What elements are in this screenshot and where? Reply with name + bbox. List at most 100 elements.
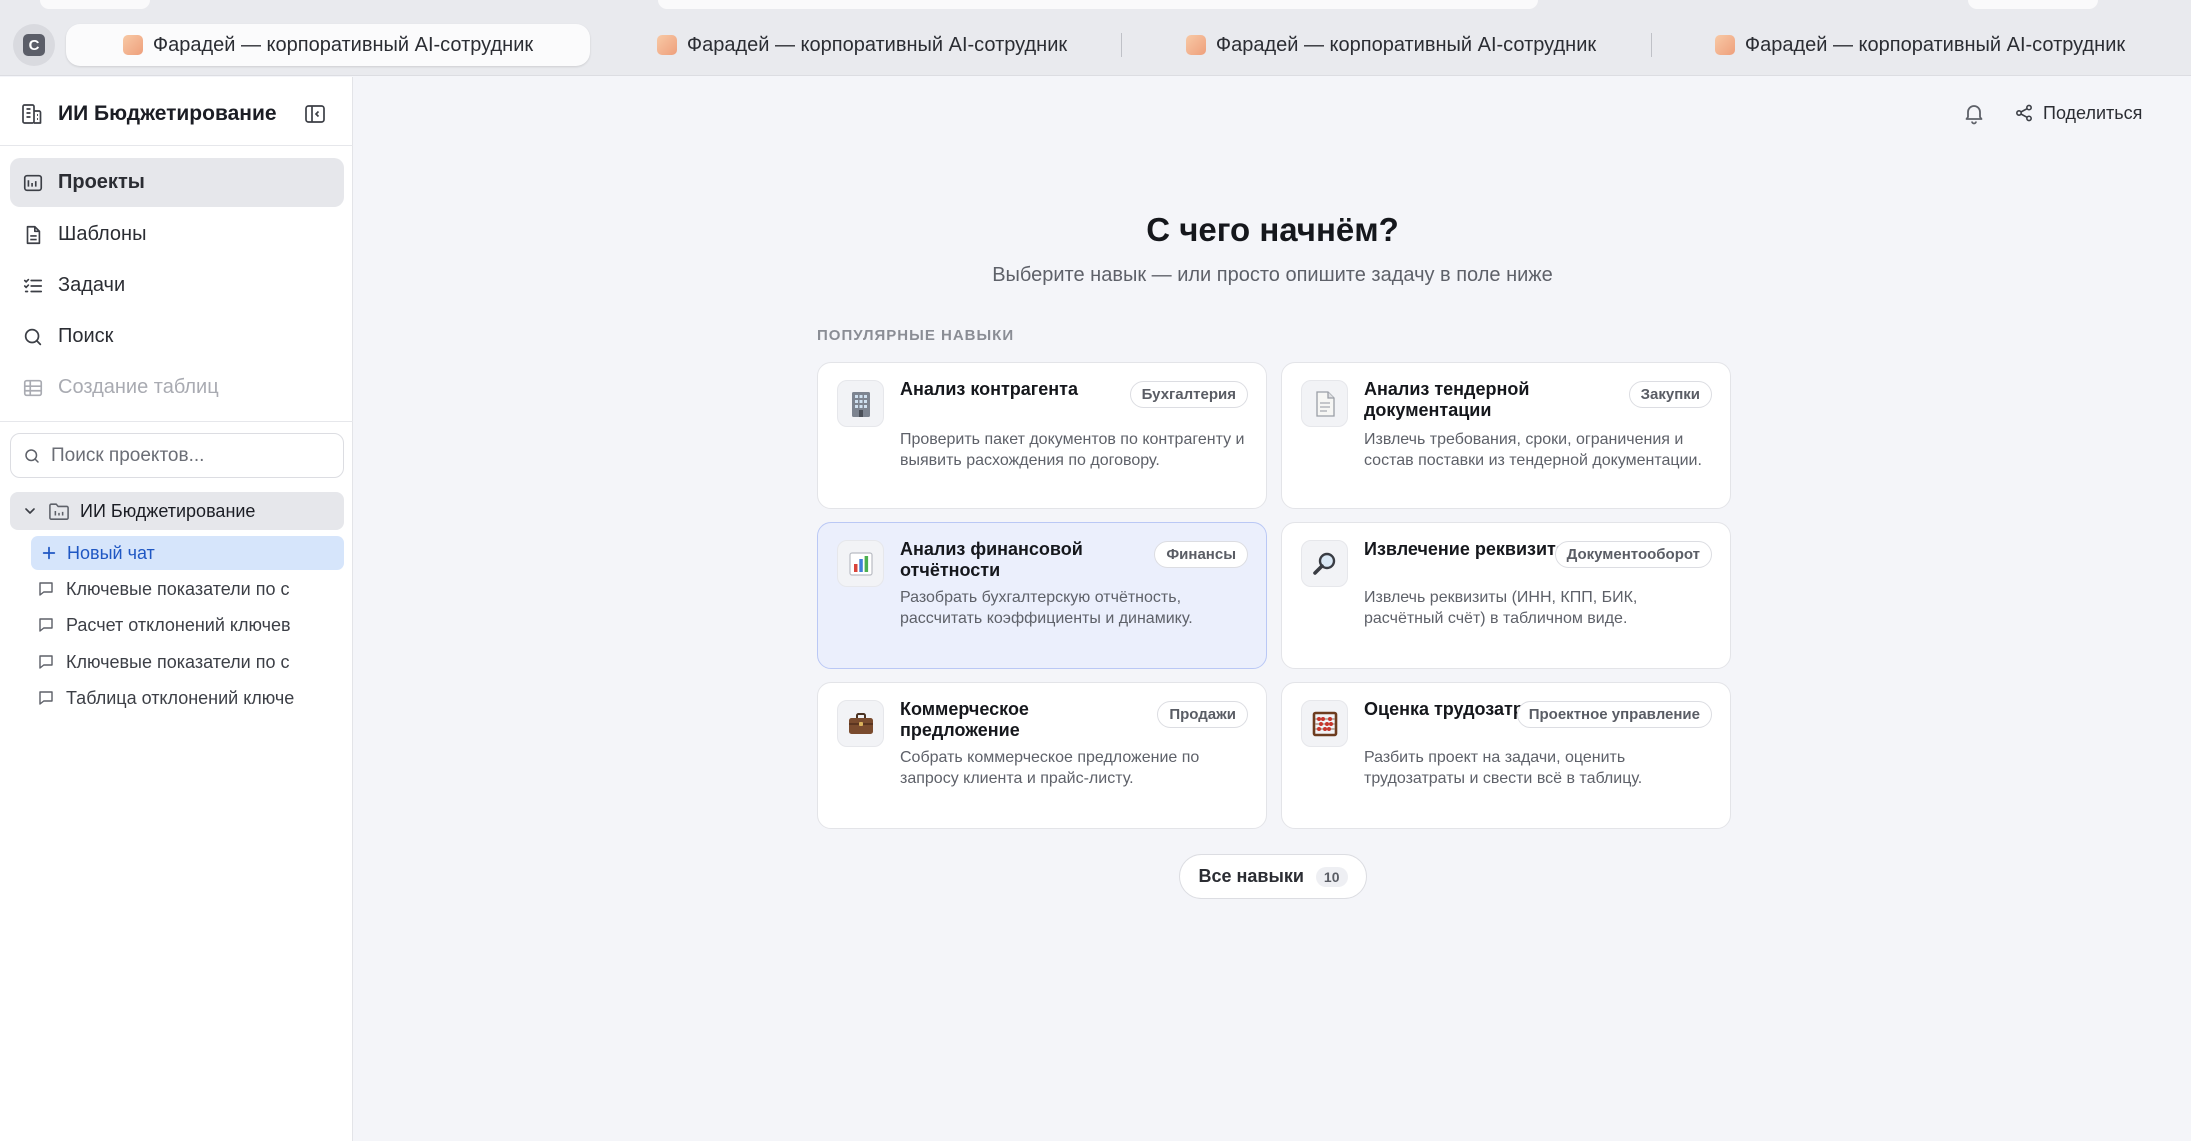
chat-item[interactable]: Ключевые показатели по с xyxy=(37,648,307,676)
share-button[interactable]: Поделиться xyxy=(2014,98,2142,128)
tasks-icon xyxy=(23,278,43,292)
skill-card-title: Анализ тендерной документации xyxy=(1364,379,1530,420)
favicon-icon xyxy=(656,35,677,55)
skill-card-financial-analysis[interactable]: Анализ финансовой отчётности Финансы Раз… xyxy=(817,522,1267,669)
skill-card-description: Разобрать бухгалтерскую отчётность, расс… xyxy=(900,589,1193,627)
search-icon xyxy=(25,448,39,463)
profile-initial: C xyxy=(23,34,45,56)
toolbar-remnant xyxy=(1968,0,2098,9)
tab-title: Фарадей — корпоративный AI-сотрудник xyxy=(152,33,534,56)
all-skills-label: Все навыки xyxy=(1198,866,1304,886)
skill-card-requisites-extraction[interactable]: Извлечение реквизитов Документооборот Из… xyxy=(1281,522,1731,669)
new-chat-label: Новый чат xyxy=(67,542,155,563)
tab-title: Фарадей — корпоративный AI-сотрудник xyxy=(1744,33,2126,56)
share-icon xyxy=(2016,104,2032,122)
sidebar-item-label: Поиск xyxy=(58,325,114,347)
skill-card-title: Анализ контрагента xyxy=(900,379,1078,399)
skill-card-effort-estimation[interactable]: Оценка трудозатрат Проектное управление … xyxy=(1281,682,1731,829)
chat-item[interactable]: Таблица отклонений ключе xyxy=(37,684,307,712)
sidebar-item-projects[interactable]: Проекты xyxy=(10,158,344,207)
sidebar-item-label: Задачи xyxy=(58,274,126,296)
section-label: ПОПУЛЯРНЫЕ НАВЫКИ xyxy=(817,327,1015,344)
browser-tab-2[interactable]: Фарадей — корпоративный AI-сотрудник xyxy=(606,24,1118,66)
skill-card-title: Коммерческое предложение xyxy=(900,699,1029,740)
browser-tab-4[interactable]: Фарадей — корпоративный AI-сотрудник xyxy=(1664,24,2176,66)
skill-card-description: Извлечь требования, сроки, ограничения и… xyxy=(1364,431,1702,469)
sidebar-item-templates[interactable]: Шаблоны xyxy=(10,210,344,259)
workspace-title: ИИ Бюджетирование xyxy=(58,102,277,125)
bar-chart-icon xyxy=(837,540,884,587)
skill-category-badge: Финансы xyxy=(1154,541,1248,568)
new-chat-button[interactable]: Новый чат xyxy=(31,536,344,570)
sidebar: ИИ Бюджетирование Проекты Шаблоны Задачи… xyxy=(0,77,353,1141)
browser-tab-1[interactable]: Фарадей — корпоративный AI-сотрудник xyxy=(66,24,590,66)
tab-separator xyxy=(1121,33,1122,57)
browser-profile-button[interactable]: C xyxy=(13,24,55,66)
sidebar-item-search[interactable]: Поиск xyxy=(10,312,344,361)
abacus-icon xyxy=(1301,700,1348,747)
main-area: Поделиться С чего начнём? Выберите навык… xyxy=(354,77,2191,1141)
document-page-icon xyxy=(1301,380,1348,427)
building-icon xyxy=(22,104,42,124)
chat-bubble-icon xyxy=(39,655,53,669)
browser-tab-3[interactable]: Фарадей — корпоративный AI-сотрудник xyxy=(1135,24,1647,66)
browser-tab-strip: C Фарадей — корпоративный AI-сотрудник Ф… xyxy=(0,0,2191,76)
chat-bubble-icon xyxy=(39,618,53,632)
skill-category-badge: Закупки xyxy=(1628,381,1712,408)
tab-title: Фарадей — корпоративный AI-сотрудник xyxy=(1215,33,1597,56)
magnifier-icon xyxy=(1301,540,1348,587)
skill-card-description: Собрать коммерческое предложение по запр… xyxy=(900,749,1200,787)
project-search-input[interactable]: Поиск проектов... xyxy=(10,433,344,478)
all-skills-button[interactable]: Все навыки 10 xyxy=(1179,854,1367,899)
sidebar-divider xyxy=(0,421,353,422)
chat-title: Таблица отклонений ключе xyxy=(66,687,295,708)
skills-count-badge: 10 xyxy=(1315,866,1348,887)
page-title: С чего начнём? xyxy=(1146,211,1399,248)
chat-title: Ключевые показатели по с xyxy=(66,578,290,599)
skill-card-description: Проверить пакет документов по контрагент… xyxy=(900,431,1245,469)
document-icon xyxy=(26,225,41,244)
skill-card-title: Анализ финансовой отчётности xyxy=(900,539,1083,580)
briefcase-icon xyxy=(837,700,884,747)
sidebar-item-label: Шаблоны xyxy=(58,223,147,245)
skill-card-counterparty-analysis[interactable]: Анализ контрагента Бухгалтерия Проверить… xyxy=(817,362,1267,509)
folder-label: ИИ Бюджетирование xyxy=(80,500,256,521)
favicon-icon xyxy=(122,35,143,55)
skill-category-badge: Документооборот xyxy=(1554,541,1712,568)
plus-icon xyxy=(42,546,56,560)
skill-card-description: Извлечь реквизиты (ИНН, КПП, БИК, расчёт… xyxy=(1364,589,1638,627)
skill-category-badge: Проектное управление xyxy=(1516,701,1712,728)
skill-card-description: Разбить проект на задачи, оценить трудоз… xyxy=(1364,749,1643,787)
favicon-icon xyxy=(1714,35,1735,55)
project-folder[interactable]: ИИ Бюджетирование xyxy=(10,492,344,530)
sidebar-collapse-icon[interactable] xyxy=(303,102,327,126)
chat-title: Ключевые показатели по с xyxy=(66,651,290,672)
table-icon xyxy=(23,379,43,396)
skill-card-tender-analysis[interactable]: Анализ тендерной документации Закупки Из… xyxy=(1281,362,1731,509)
sidebar-item-create-tables: Создание таблиц xyxy=(10,363,344,412)
skill-category-badge: Бухгалтерия xyxy=(1129,381,1248,408)
chat-bubble-icon xyxy=(39,582,53,596)
sidebar-item-label: Проекты xyxy=(58,171,145,193)
chat-title: Расчет отклонений ключев xyxy=(66,614,291,635)
sidebar-item-tasks[interactable]: Задачи xyxy=(10,261,344,310)
chat-item[interactable]: Расчет отклонений ключев xyxy=(37,611,307,639)
skill-category-badge: Продажи xyxy=(1157,701,1248,728)
workspace-header[interactable]: ИИ Бюджетирование xyxy=(20,99,277,129)
chat-bubble-icon xyxy=(39,691,53,705)
search-icon xyxy=(24,328,42,345)
projects-icon xyxy=(23,174,43,191)
toolbar-remnant xyxy=(40,0,150,9)
favicon-icon xyxy=(1185,35,1206,55)
toolbar-remnant xyxy=(658,0,1538,9)
skill-card-commercial-offer[interactable]: Коммерческое предложение Продажи Собрать… xyxy=(817,682,1267,829)
bell-icon[interactable] xyxy=(1962,101,1986,125)
chevron-down-icon xyxy=(25,508,35,514)
share-label: Поделиться xyxy=(2043,102,2143,123)
folder-icon xyxy=(49,503,69,520)
chat-item[interactable]: Ключевые показатели по с xyxy=(37,575,307,603)
office-building-icon xyxy=(837,380,884,427)
page-subtitle: Выберите навык — или просто опишите зада… xyxy=(992,264,1553,286)
sidebar-divider xyxy=(0,145,353,146)
tab-title: Фарадей — корпоративный AI-сотрудник xyxy=(686,33,1068,56)
